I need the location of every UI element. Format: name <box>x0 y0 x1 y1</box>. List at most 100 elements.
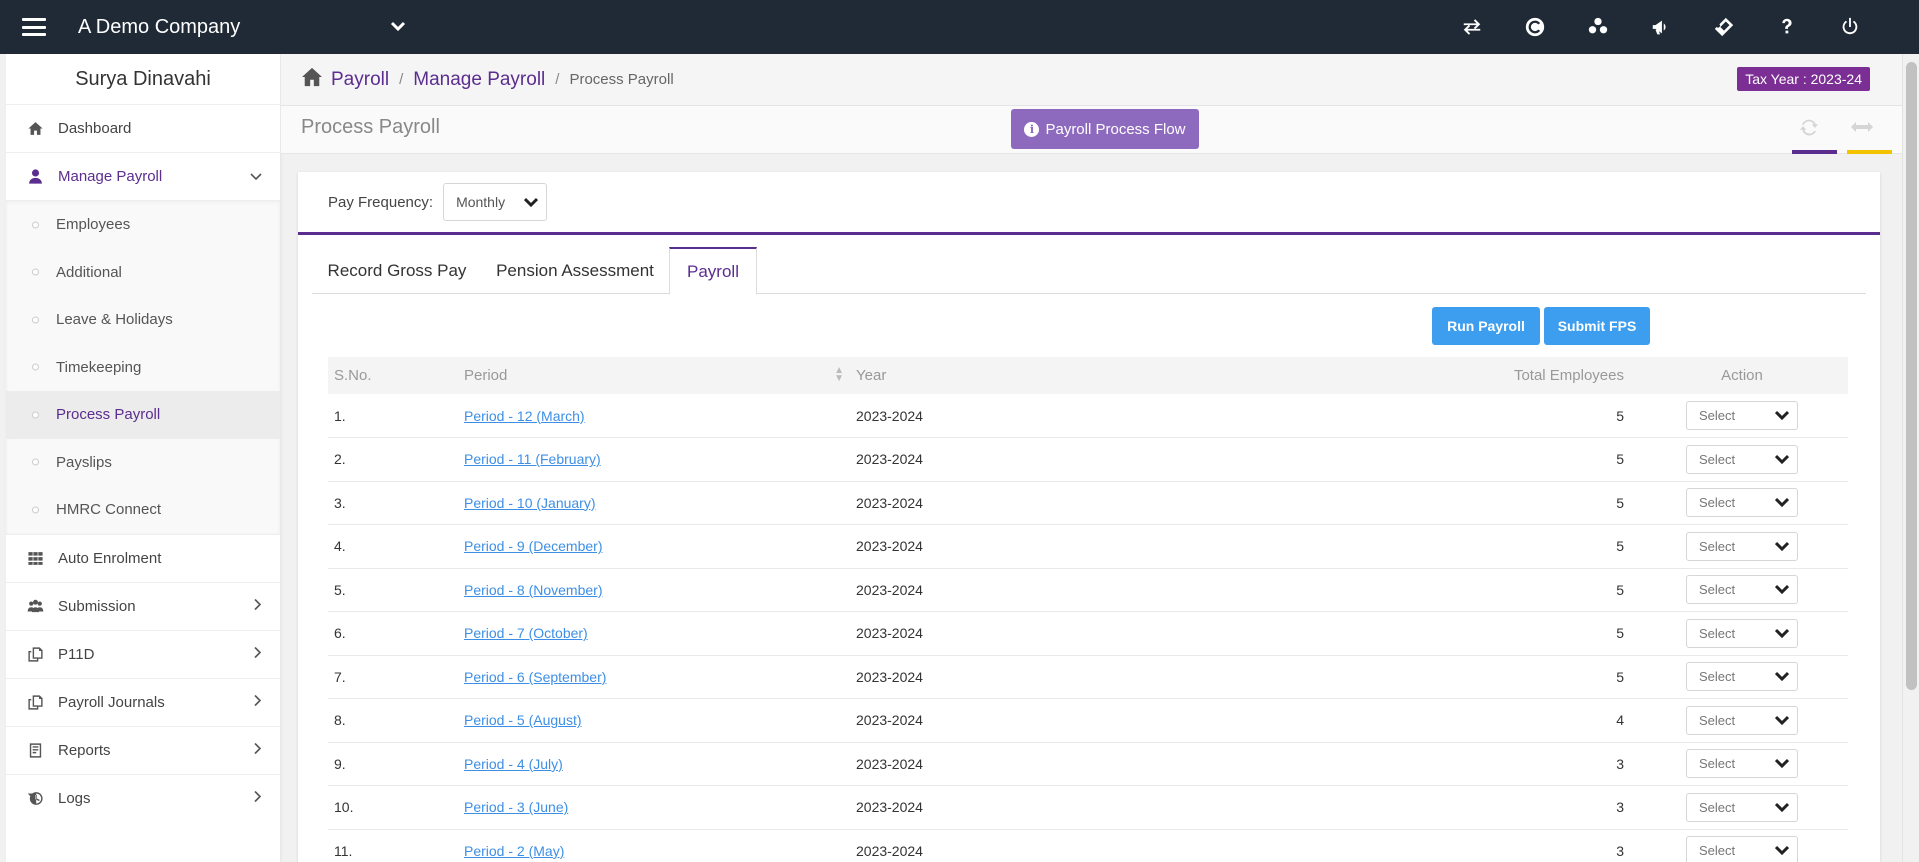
sidebar-item-logs[interactable]: Logs <box>6 773 280 822</box>
sidebar-subitem-additional[interactable]: Additional <box>6 249 280 297</box>
copy-icon <box>26 645 44 663</box>
company-dropdown-chevron-icon[interactable] <box>390 19 406 35</box>
sidebar-item-label: Manage Payroll <box>58 168 163 185</box>
bitbucket-icon[interactable] <box>1566 0 1629 54</box>
breadcrumb-manage-payroll[interactable]: Manage Payroll <box>413 69 545 91</box>
action-select[interactable]: Select <box>1686 705 1798 735</box>
ticket-icon[interactable] <box>1692 0 1755 54</box>
help-icon[interactable] <box>1755 0 1818 54</box>
home-icon[interactable] <box>301 67 323 92</box>
column-header-period[interactable]: Period ▲ ▼ <box>458 357 850 394</box>
page-scrollbar[interactable] <box>1902 54 1919 862</box>
action-select[interactable]: Select <box>1686 531 1798 561</box>
sidebar-subitem-payslips[interactable]: Payslips <box>6 439 280 487</box>
period-link[interactable]: Period - 7 (October) <box>464 625 588 641</box>
sidebar-item-payroll-journals[interactable]: Payroll Journals <box>6 677 280 726</box>
sort-icon[interactable]: ▲ ▼ <box>834 366 844 384</box>
chevron-right-icon <box>254 694 262 710</box>
cell-sno: 10. <box>334 799 354 816</box>
period-link[interactable]: Period - 11 (February) <box>464 451 601 467</box>
run-payroll-button[interactable]: Run Payroll <box>1432 307 1540 345</box>
period-link[interactable]: Period - 8 (November) <box>464 582 603 598</box>
sidebar-item-auto-enrolment[interactable]: Auto Enrolment <box>6 533 280 582</box>
cell-sno: 11. <box>334 842 353 859</box>
action-select[interactable]: Select <box>1686 749 1798 779</box>
chevron-down-icon <box>1774 626 1790 641</box>
megaphone-icon[interactable] <box>1629 0 1692 54</box>
cell-total-employees: 5 <box>1616 625 1624 642</box>
payroll-tab-panel: Record Gross Pay Pension Assessment Payr… <box>312 247 1866 862</box>
cell-total-employees: 3 <box>1616 755 1624 772</box>
table-row: 6. Period - 7 (October) 2023-2024 5 Select <box>328 612 1848 655</box>
switch-icon[interactable] <box>1440 0 1503 54</box>
sidebar-subitem-hmrc-connect[interactable]: HMRC Connect <box>6 486 280 534</box>
action-select[interactable]: Select <box>1686 488 1798 518</box>
sidebar-item-label: Submission <box>58 597 136 615</box>
cell-sno: 8. <box>334 712 346 729</box>
column-header-period-label: Period <box>464 367 508 384</box>
period-link[interactable]: Period - 5 (August) <box>464 712 582 728</box>
pay-frequency-label: Pay Frequency: <box>328 193 434 211</box>
cell-total-employees: 3 <box>1616 842 1624 859</box>
sidebar-item-dashboard[interactable]: Dashboard <box>6 104 280 152</box>
cell-action: Select <box>1630 438 1848 482</box>
action-select[interactable]: Select <box>1686 792 1798 822</box>
period-link[interactable]: Period - 10 (January) <box>464 495 596 511</box>
power-icon[interactable] <box>1818 0 1881 54</box>
cell-year: 2023-2024 <box>856 494 923 511</box>
pay-frequency-value: Monthly <box>456 194 506 210</box>
cell-period: Period - 3 (June) <box>458 786 850 830</box>
breadcrumb-payroll[interactable]: Payroll <box>331 69 389 91</box>
cell-sno: 5. <box>334 581 346 598</box>
action-select[interactable]: Select <box>1686 618 1798 648</box>
action-select[interactable]: Select <box>1686 575 1798 605</box>
sidebar-item-reports[interactable]: Reports <box>6 725 280 774</box>
pay-frequency-select[interactable]: Monthly <box>443 183 548 221</box>
cell-year: 2023-2024 <box>856 625 923 642</box>
period-link[interactable]: Period - 2 (May) <box>464 843 564 859</box>
sidebar-subitem-employees[interactable]: Employees <box>6 201 280 249</box>
info-icon: i <box>1024 121 1040 137</box>
action-select-value: Select <box>1699 625 1736 641</box>
table-row: 2. Period - 11 (February) 2023-2024 5 Select <box>328 438 1848 482</box>
period-link[interactable]: Period - 6 (September) <box>464 669 606 685</box>
period-link[interactable]: Period - 9 (December) <box>464 538 603 554</box>
expand-icon[interactable] <box>1850 116 1874 143</box>
tab-pension-assessment[interactable]: Pension Assessment <box>482 247 668 294</box>
chevron-right-icon <box>254 790 262 806</box>
cell-year: 2023-2024 <box>856 712 923 729</box>
sidebar: Surya Dinavahi Dashboard Manage Payroll … <box>6 54 280 862</box>
submit-fps-button[interactable]: Submit FPS <box>1544 307 1650 345</box>
action-select[interactable]: Select <box>1686 836 1798 862</box>
period-link[interactable]: Period - 3 (June) <box>464 799 568 815</box>
period-link[interactable]: Period - 4 (July) <box>464 756 563 772</box>
action-select[interactable]: Select <box>1686 444 1798 474</box>
column-header-sno: S.No. <box>334 367 372 384</box>
scrollbar-thumb[interactable] <box>1906 62 1917 690</box>
sidebar-subitem-timekeeping[interactable]: Timekeeping <box>6 344 280 392</box>
cell-period: Period - 12 (March) <box>458 394 850 438</box>
sidebar-item-submission[interactable]: Submission <box>6 581 280 630</box>
breadcrumb: Payroll / Manage Payroll / Process Payro… <box>281 54 1902 106</box>
sidebar-item-p11d[interactable]: P11D <box>6 629 280 678</box>
copyright-icon[interactable] <box>1503 0 1566 54</box>
refresh-icon[interactable] <box>1798 116 1820 143</box>
action-select[interactable]: Select <box>1686 662 1798 692</box>
sidebar-subitem-leave-holidays[interactable]: Leave & Holidays <box>6 296 280 344</box>
tab-record-gross-pay[interactable]: Record Gross Pay <box>312 247 482 294</box>
action-select[interactable]: Select <box>1686 401 1798 430</box>
cell-sno: 1. <box>334 407 346 424</box>
action-select-value: Select <box>1699 799 1736 815</box>
cell-action: Select <box>1630 394 1848 438</box>
period-link[interactable]: Period - 12 (March) <box>464 408 585 424</box>
cell-total-employees: 4 <box>1616 712 1624 729</box>
accent-bar-purple <box>1792 150 1837 154</box>
tab-payroll[interactable]: Payroll <box>669 247 757 295</box>
sidebar-item-manage-payroll[interactable]: Manage Payroll <box>6 152 280 200</box>
hamburger-menu-icon[interactable] <box>22 18 46 36</box>
company-name: A Demo Company <box>78 15 241 38</box>
cell-total-employees: 5 <box>1616 668 1624 685</box>
sidebar-subitem-process-payroll[interactable]: Process Payroll <box>6 391 280 439</box>
home-icon <box>26 120 44 138</box>
payroll-process-flow-button[interactable]: i Payroll Process Flow <box>1011 109 1199 149</box>
